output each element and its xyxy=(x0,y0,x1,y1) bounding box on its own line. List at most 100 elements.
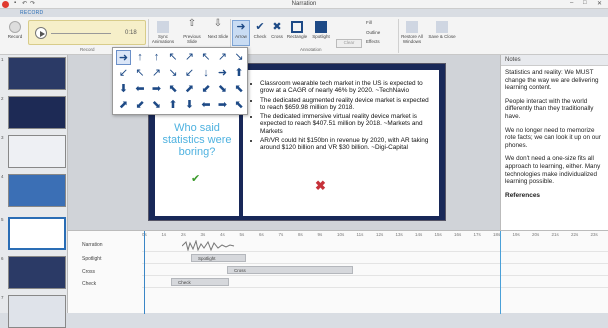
arrow-style-option[interactable]: ➡ xyxy=(215,98,230,113)
timeline-row-cross: Cross xyxy=(142,264,608,276)
cross-annotation-icon[interactable]: ✖ xyxy=(315,178,327,193)
slide-thumbnail[interactable] xyxy=(8,57,66,90)
audio-time: 0:18 xyxy=(125,30,137,36)
slide-thumbnail[interactable] xyxy=(8,96,66,129)
arrow-style-option[interactable]: ↗ xyxy=(149,66,164,81)
arrow-button[interactable]: ➜ Arrow xyxy=(232,20,250,46)
check-clip[interactable]: Check xyxy=(171,278,229,286)
notes-panel: Notes Statistics and reality: We MUST ch… xyxy=(500,55,608,230)
arrow-style-option[interactable]: ⬈ xyxy=(116,98,131,113)
arrow-style-option[interactable]: ⬆ xyxy=(166,98,181,113)
arrow-style-option[interactable]: ⬋ xyxy=(199,82,214,97)
timeline-playhead[interactable] xyxy=(144,231,145,314)
ruler-tick-label: 9s xyxy=(317,232,323,237)
ruler-tick-label: 5s xyxy=(239,232,245,237)
tab-record[interactable]: RECORD xyxy=(20,10,43,16)
ruler-tick-label: 17s xyxy=(473,232,481,237)
arrow-style-option[interactable]: ⬋ xyxy=(133,98,148,113)
sync-label: Sync Animations xyxy=(151,34,175,44)
timeline-row-label: Spotlight xyxy=(82,256,102,262)
slide-thumbnail[interactable] xyxy=(8,256,66,289)
outline-label: Outline xyxy=(366,30,381,35)
check-annotation-icon[interactable]: ✔ xyxy=(191,172,203,185)
arrow-style-option[interactable]: ↖ xyxy=(166,50,181,65)
arrow-style-option[interactable]: ↖ xyxy=(199,50,214,65)
arrow-style-option[interactable]: ↓ xyxy=(199,66,214,81)
rectangle-button[interactable]: Rectangle xyxy=(285,21,309,39)
arrow-style-option[interactable]: ⬉ xyxy=(232,82,247,97)
arrow-style-option[interactable]: ↗ xyxy=(215,50,230,65)
arrow-style-option[interactable]: ↙ xyxy=(116,66,131,81)
timeline-end-marker[interactable] xyxy=(500,231,501,314)
prev-label: Previous Slide xyxy=(183,34,201,44)
arrow-style-option[interactable]: ⬉ xyxy=(166,82,181,97)
arrow-style-option[interactable]: ➜ xyxy=(116,50,131,65)
check-icon: ✔ xyxy=(255,21,265,33)
clear-button[interactable]: Clear xyxy=(336,39,362,48)
fill-button[interactable]: Fill xyxy=(366,20,396,25)
ruler-tick-label: 1s xyxy=(161,232,167,237)
slide-headline: Who said statistics were boring? xyxy=(162,122,232,158)
arrow-style-option[interactable]: ↑ xyxy=(133,50,148,65)
arrow-style-option[interactable]: ➡ xyxy=(149,82,164,97)
arrow-style-option[interactable]: ⬊ xyxy=(215,82,230,97)
rectangle-icon xyxy=(291,21,303,33)
save-close-button[interactable]: Save & Close xyxy=(428,21,456,39)
cross-button[interactable]: ✖ Cross xyxy=(269,21,285,39)
notes-paragraph: People interact with the world different… xyxy=(505,97,594,120)
arrow-style-option[interactable]: ↖ xyxy=(133,66,148,81)
save-close-label: Save & Close xyxy=(428,34,456,39)
next-slide-button[interactable]: ⇩ Next Slide xyxy=(207,19,229,40)
spotlight-button[interactable]: Spotlight xyxy=(309,21,333,39)
arrow-style-option[interactable]: ⬆ xyxy=(232,66,247,81)
outline-button[interactable]: Outline xyxy=(366,30,396,35)
arrow-style-option[interactable]: ⬊ xyxy=(149,98,164,113)
ruler-tick-label: 7s xyxy=(278,232,284,237)
arrow-style-option[interactable]: ↘ xyxy=(232,50,247,65)
up-arrow-icon: ⇧ xyxy=(187,18,197,29)
audio-player: 0:18 xyxy=(28,20,146,45)
thumbnail-number: 1 xyxy=(1,57,4,62)
previous-slide-button[interactable]: ⇧ Previous Slide xyxy=(181,18,203,45)
slide-thumbnail[interactable] xyxy=(8,174,66,207)
arrow-style-option[interactable]: ⬇ xyxy=(182,98,197,113)
arrow-style-option[interactable]: ↘ xyxy=(166,66,181,81)
effects-button[interactable]: Effects xyxy=(366,39,396,44)
arrow-style-option[interactable]: ⬉ xyxy=(232,98,247,113)
audio-waveform[interactable] xyxy=(182,240,242,251)
arrow-style-option[interactable]: ↑ xyxy=(149,50,164,65)
fill-label: Fill xyxy=(366,20,372,25)
timeline-ruler[interactable]: 0s1s2s3s4s5s6s7s8s9s10s11s12s13s14s15s16… xyxy=(142,232,602,239)
slide-thumbnail-selected[interactable] xyxy=(8,217,66,250)
arrow-style-option[interactable]: ⬅ xyxy=(133,82,148,97)
sync-animations-button[interactable]: Sync Animations xyxy=(150,21,176,44)
restore-windows-button[interactable]: Restore All Windows xyxy=(399,21,425,44)
arrow-style-option[interactable]: ➜ xyxy=(215,66,230,81)
check-button[interactable]: ✔ Check xyxy=(252,21,268,39)
arrow-style-option[interactable]: ⬈ xyxy=(182,82,197,97)
slide-thumbnail[interactable] xyxy=(8,295,66,328)
notes-body[interactable]: Statistics and reality: We MUST change t… xyxy=(505,69,603,205)
ruler-tick-label: 3s xyxy=(200,232,206,237)
arrow-style-option[interactable]: ⬅ xyxy=(199,98,214,113)
arrow-style-option[interactable]: ⬇ xyxy=(116,82,131,97)
ruler-tick-label: 16s xyxy=(454,232,462,237)
cross-clip[interactable]: Cross xyxy=(227,266,353,274)
clear-label: Clear xyxy=(343,40,355,45)
record-button[interactable]: Record xyxy=(3,21,27,39)
slide-thumbnail[interactable] xyxy=(8,135,66,168)
arrow-gallery-dropdown: ➜ ↑ ↑ ↖ ↗ ↖ ↗ ↘ ↙ ↖ ↗ ↘ ↙ ↓ ➜ ⬆ ⬇ ⬅ ➡ ⬉ ⬈ ⬋ ⬊ ⬉ ⬈ ⬋ ⬊ ⬆ ⬇ ⬅ ➡ ⬉ xyxy=(112,47,248,115)
spotlight-clip[interactable]: Spotlight xyxy=(191,254,246,262)
close-icon[interactable]: ✕ xyxy=(597,0,602,7)
timeline-row-label: Check xyxy=(82,281,97,287)
audio-track[interactable] xyxy=(51,33,111,34)
arrow-style-option[interactable]: ↙ xyxy=(182,66,197,81)
effects-label: Effects xyxy=(366,39,380,44)
play-icon[interactable] xyxy=(35,27,47,39)
maximize-icon[interactable]: □ xyxy=(583,0,587,6)
minimize-icon[interactable]: – xyxy=(570,0,573,6)
arrow-style-option[interactable]: ↗ xyxy=(182,50,197,65)
timeline: 0s1s2s3s4s5s6s7s8s9s10s11s12s13s14s15s16… xyxy=(68,230,608,314)
notes-paragraph: Statistics and reality: We MUST change t… xyxy=(505,69,599,92)
group-record-label: Record xyxy=(80,47,95,52)
